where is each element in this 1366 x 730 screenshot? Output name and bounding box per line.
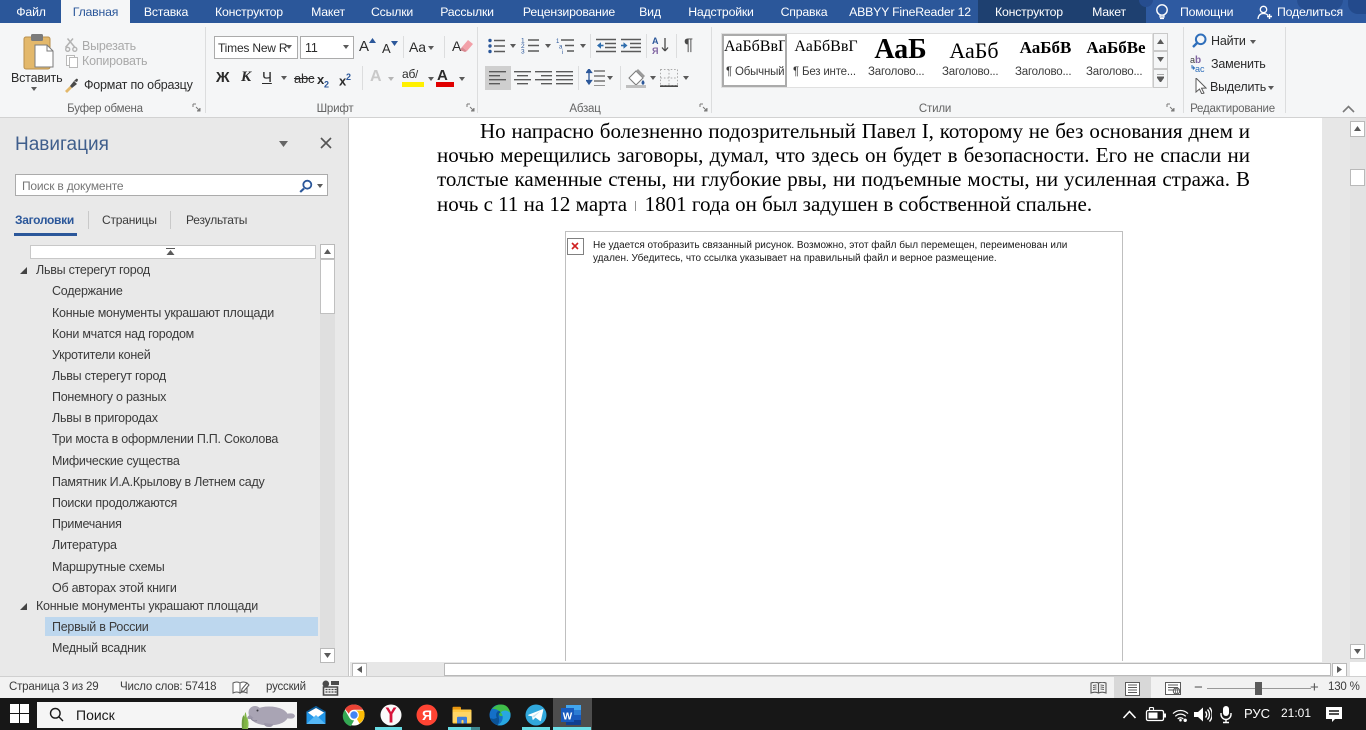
svg-text:W: W: [563, 712, 573, 723]
svg-text:ac: ac: [1195, 64, 1205, 73]
svg-text:i: i: [562, 50, 563, 54]
svg-text:3: 3: [521, 49, 525, 55]
svg-text:А: А: [652, 36, 659, 46]
svg-text:Я: Я: [652, 46, 658, 55]
svg-text:Я: Я: [422, 707, 432, 723]
